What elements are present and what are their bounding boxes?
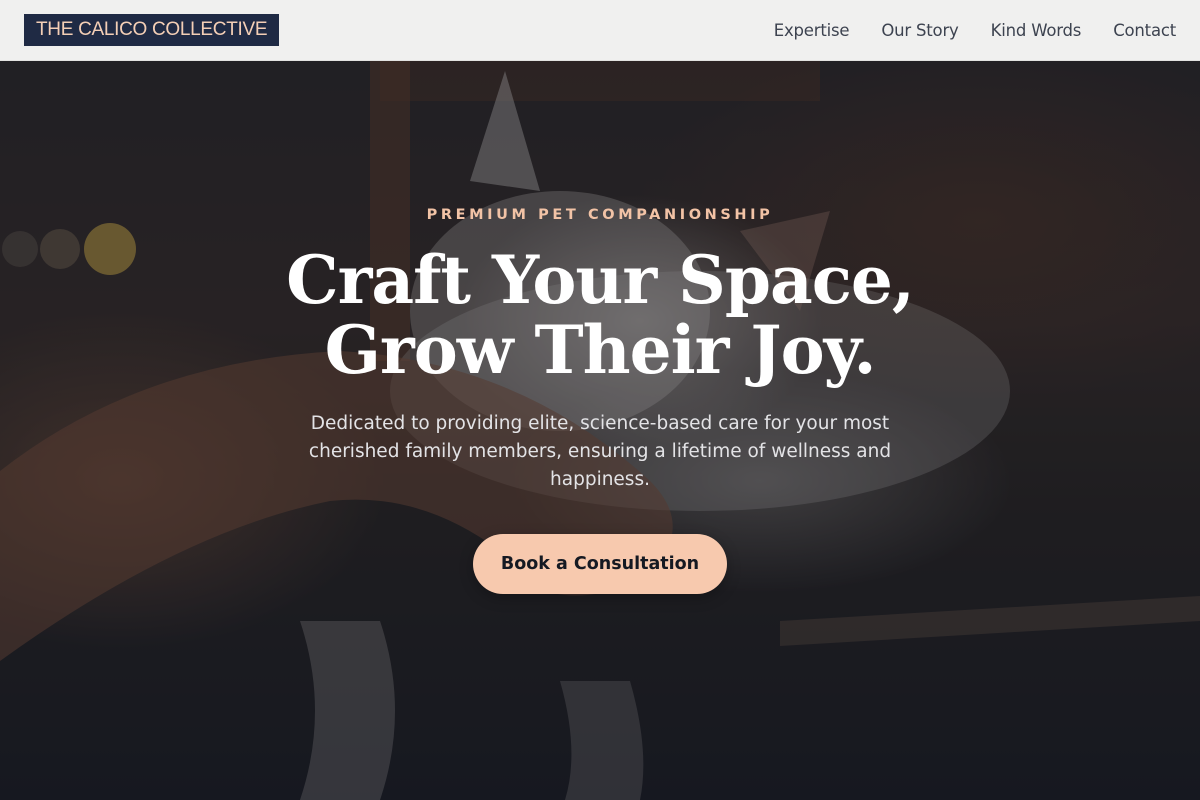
- hero-description: Dedicated to providing elite, science-ba…: [308, 413, 892, 490]
- hero-headline-line-1: Craft Your Space,: [286, 241, 915, 319]
- nav-link-kind-words[interactable]: Kind Words: [991, 21, 1082, 40]
- main-nav: Expertise Our Story Kind Words Contact: [742, 0, 1176, 60]
- hero-section: PREMIUM PET COMPANIONSHIP Craft Your Spa…: [0, 61, 1200, 800]
- hero-eyebrow: PREMIUM PET COMPANIONSHIP: [426, 207, 774, 223]
- hero-content: PREMIUM PET COMPANIONSHIP Craft Your Spa…: [0, 61, 1200, 800]
- book-consultation-button[interactable]: Book a Consultation: [473, 534, 727, 594]
- nav-link-expertise[interactable]: Expertise: [774, 21, 850, 40]
- nav-link-contact[interactable]: Contact: [1113, 21, 1176, 40]
- hero-headline-line-2: Grow Their Joy.: [324, 311, 877, 389]
- hero-headline: Craft Your Space, Grow Their Joy.: [0, 245, 1200, 385]
- nav-link-our-story[interactable]: Our Story: [881, 21, 958, 40]
- site-header: THE CALICO COLLECTIVE Expertise Our Stor…: [0, 0, 1200, 61]
- brand-logo[interactable]: THE CALICO COLLECTIVE: [24, 14, 280, 46]
